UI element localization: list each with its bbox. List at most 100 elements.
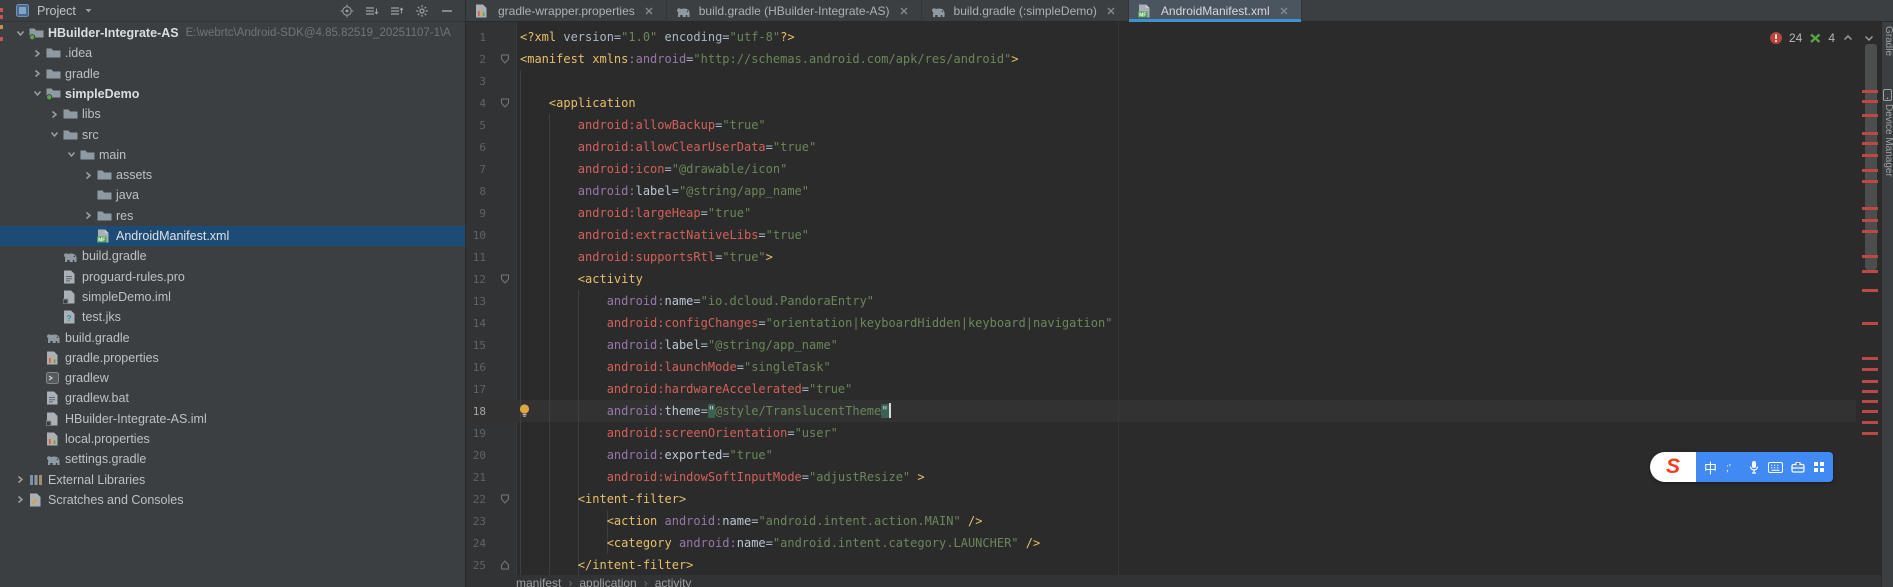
code-line-25[interactable]: 25 </intent-filter> [466, 554, 1856, 575]
chevron-right-icon[interactable] [29, 48, 46, 59]
code-line-9[interactable]: 9 android:largeHeap="true" [466, 202, 1856, 224]
project-panel-title[interactable]: Project [37, 4, 76, 18]
tree-item-java[interactable]: java [0, 185, 465, 205]
code-line-18[interactable]: 18 android:theme="@style/TranslucentThem… [466, 400, 1856, 422]
chevron-down-icon[interactable] [29, 88, 46, 99]
tree-item-gradle-properties[interactable]: gradle.properties [0, 348, 465, 368]
gear-icon[interactable] [414, 3, 430, 19]
tree-item-androidmanifest-xml[interactable]: MFAndroidManifest.xml [0, 226, 465, 246]
tool-window-button-device-manager[interactable]: Device Manager [1883, 104, 1893, 177]
project-tree[interactable]: HBuilder-Integrate-ASE:\webrtc\Android-S… [0, 0, 465, 587]
code-line-8[interactable]: 8 android:label="@string/app_name" [466, 180, 1856, 202]
chevron-right-icon[interactable] [80, 210, 97, 221]
code-line-3[interactable]: 3 [466, 70, 1856, 92]
tree-item-hbuilder-integrate-as[interactable]: HBuilder-Integrate-ASE:\webrtc\Android-S… [0, 23, 465, 43]
tree-item-settings-gradle[interactable]: settings.gradle [0, 449, 465, 469]
ime-grid-icon[interactable] [1813, 461, 1825, 473]
ime-toolbar[interactable]: S 中 ;’ [1650, 452, 1833, 482]
code-editor[interactable]: 1<?xml version="1.0" encoding="utf-8"?>2… [466, 22, 1856, 575]
fold-marker-icon[interactable] [486, 274, 516, 284]
tree-item-assets[interactable]: assets [0, 165, 465, 185]
tab-build-gradle-hbuilder-integrate-as[interactable]: build.gradle (HBuilder-Integrate-AS) [667, 0, 922, 22]
code-line-5[interactable]: 5 android:allowBackup="true" [466, 114, 1856, 136]
chevron-right-icon[interactable] [46, 109, 63, 120]
tree-item-external-libraries[interactable]: External Libraries [0, 470, 465, 490]
chevron-right-icon[interactable] [29, 68, 46, 79]
breadcrumb-item-application[interactable]: application [579, 575, 636, 587]
tree-item-simpledemo[interactable]: simpleDemo [0, 84, 465, 104]
tree-item-idea[interactable]: .idea [0, 43, 465, 63]
tree-item-gradlew-bat[interactable]: gradlew.bat [0, 388, 465, 408]
code-line-7[interactable]: 7 android:icon="@drawable/icon" [466, 158, 1856, 180]
chevron-down-icon[interactable] [63, 149, 80, 160]
tree-item-label: simpleDemo [65, 87, 139, 101]
chevron-down-icon[interactable] [46, 129, 63, 140]
fold-marker-icon[interactable] [486, 54, 516, 64]
ime-mic-icon[interactable] [1748, 460, 1760, 474]
code-line-4[interactable]: 4 <application [466, 92, 1856, 114]
expand-all-icon[interactable] [364, 3, 380, 19]
ime-punctuation-icon[interactable]: ;’ [1725, 461, 1740, 473]
tree-item-scratches-and-consoles[interactable]: Scratches and Consoles [0, 490, 465, 510]
close-tab-icon[interactable] [896, 3, 912, 19]
tree-item-simpledemo-iml[interactable]: simpleDemo.iml [0, 287, 465, 307]
breadcrumb-item-activity[interactable]: activity [655, 575, 692, 587]
tree-item-src[interactable]: src [0, 125, 465, 145]
token: "@string/app_name" [708, 338, 838, 352]
fold-marker-icon[interactable] [486, 560, 516, 570]
code-line-10[interactable]: 10 android:extractNativeLibs="true" [466, 224, 1856, 246]
tree-item-gradle[interactable]: gradle [0, 64, 465, 84]
tree-item-build-gradle[interactable]: build.gradle [0, 246, 465, 266]
prev-error-icon[interactable] [1840, 30, 1856, 46]
tree-item-test-jks[interactable]: ?test.jks [0, 307, 465, 327]
chevron-down-icon[interactable] [12, 28, 29, 39]
tree-item-hbuilder-integrate-as-iml[interactable]: HBuilder-Integrate-AS.iml [0, 409, 465, 429]
chevron-right-icon[interactable] [80, 170, 97, 181]
code-line-21[interactable]: 21 android:windowSoftInputMode="adjustRe… [466, 466, 1856, 488]
ime-chinese-mode-button[interactable]: 中 [1704, 458, 1717, 477]
code-line-6[interactable]: 6 android:allowClearUserData="true" [466, 136, 1856, 158]
hide-icon[interactable] [439, 3, 455, 19]
tree-item-res[interactable]: res [0, 206, 465, 226]
tree-item-gradlew[interactable]: gradlew [0, 368, 465, 388]
code-line-23[interactable]: 23 <action android:name="android.intent.… [466, 510, 1856, 532]
chevron-down-icon[interactable] [81, 3, 97, 19]
close-tab-icon[interactable] [641, 3, 657, 19]
ime-keyboard-icon[interactable] [1768, 462, 1783, 473]
code-line-16[interactable]: 16 android:launchMode="singleTask" [466, 356, 1856, 378]
intention-bulb-icon[interactable] [518, 403, 531, 423]
code-line-14[interactable]: 14 android:configChanges="orientation|ke… [466, 312, 1856, 334]
fold-marker-icon[interactable] [486, 494, 516, 504]
fold-marker-icon[interactable] [486, 98, 516, 108]
tab-androidmanifest-xml[interactable]: MFAndroidManifest.xml [1129, 0, 1302, 22]
tree-item-main[interactable]: main [0, 145, 465, 165]
close-tab-icon[interactable] [1103, 3, 1119, 19]
chevron-right-icon[interactable] [12, 494, 29, 505]
close-tab-icon[interactable] [1276, 3, 1292, 19]
tree-item-local-properties[interactable]: local.properties [0, 429, 465, 449]
tree-item-proguard-rules-pro[interactable]: proguard-rules.pro [0, 267, 465, 287]
code-line-11[interactable]: 11 android:supportsRtl="true"> [466, 246, 1856, 268]
tab-build-gradle-simpledemo[interactable]: build.gradle (:simpleDemo) [922, 0, 1129, 22]
code-line-24[interactable]: 24 <category android:name="android.inten… [466, 532, 1856, 554]
breadcrumb-item-manifest[interactable]: manifest [516, 575, 561, 587]
tree-item-libs[interactable]: libs [0, 104, 465, 124]
chevron-right-icon[interactable] [12, 474, 29, 485]
ime-toolbox-icon[interactable] [1791, 461, 1805, 473]
target-icon[interactable] [339, 3, 355, 19]
code-line-13[interactable]: 13 android:name="io.dcloud.PandoraEntry" [466, 290, 1856, 312]
tool-window-button-gradle[interactable]: Gradle [1883, 26, 1893, 56]
scrollbar-thumb[interactable] [1865, 44, 1877, 270]
code-line-12[interactable]: 12 <activity [466, 268, 1856, 290]
tab-gradle-wrapper-properties[interactable]: gradle-wrapper.properties [466, 0, 667, 22]
code-line-1[interactable]: 1<?xml version="1.0" encoding="utf-8"?> [466, 26, 1856, 48]
code-line-22[interactable]: 22 <intent-filter> [466, 488, 1856, 510]
code-line-17[interactable]: 17 android:hardwareAccelerated="true" [466, 378, 1856, 400]
code-line-15[interactable]: 15 android:label="@string/app_name" [466, 334, 1856, 356]
code-line-2[interactable]: 2<manifest xmlns:android="http://schemas… [466, 48, 1856, 70]
ime-logo-area[interactable]: S [1650, 452, 1696, 482]
code-line-20[interactable]: 20 android:exported="true" [466, 444, 1856, 466]
collapse-all-icon[interactable] [389, 3, 405, 19]
code-line-19[interactable]: 19 android:screenOrientation="user" [466, 422, 1856, 444]
tree-item-build-gradle[interactable]: build.gradle [0, 328, 465, 348]
